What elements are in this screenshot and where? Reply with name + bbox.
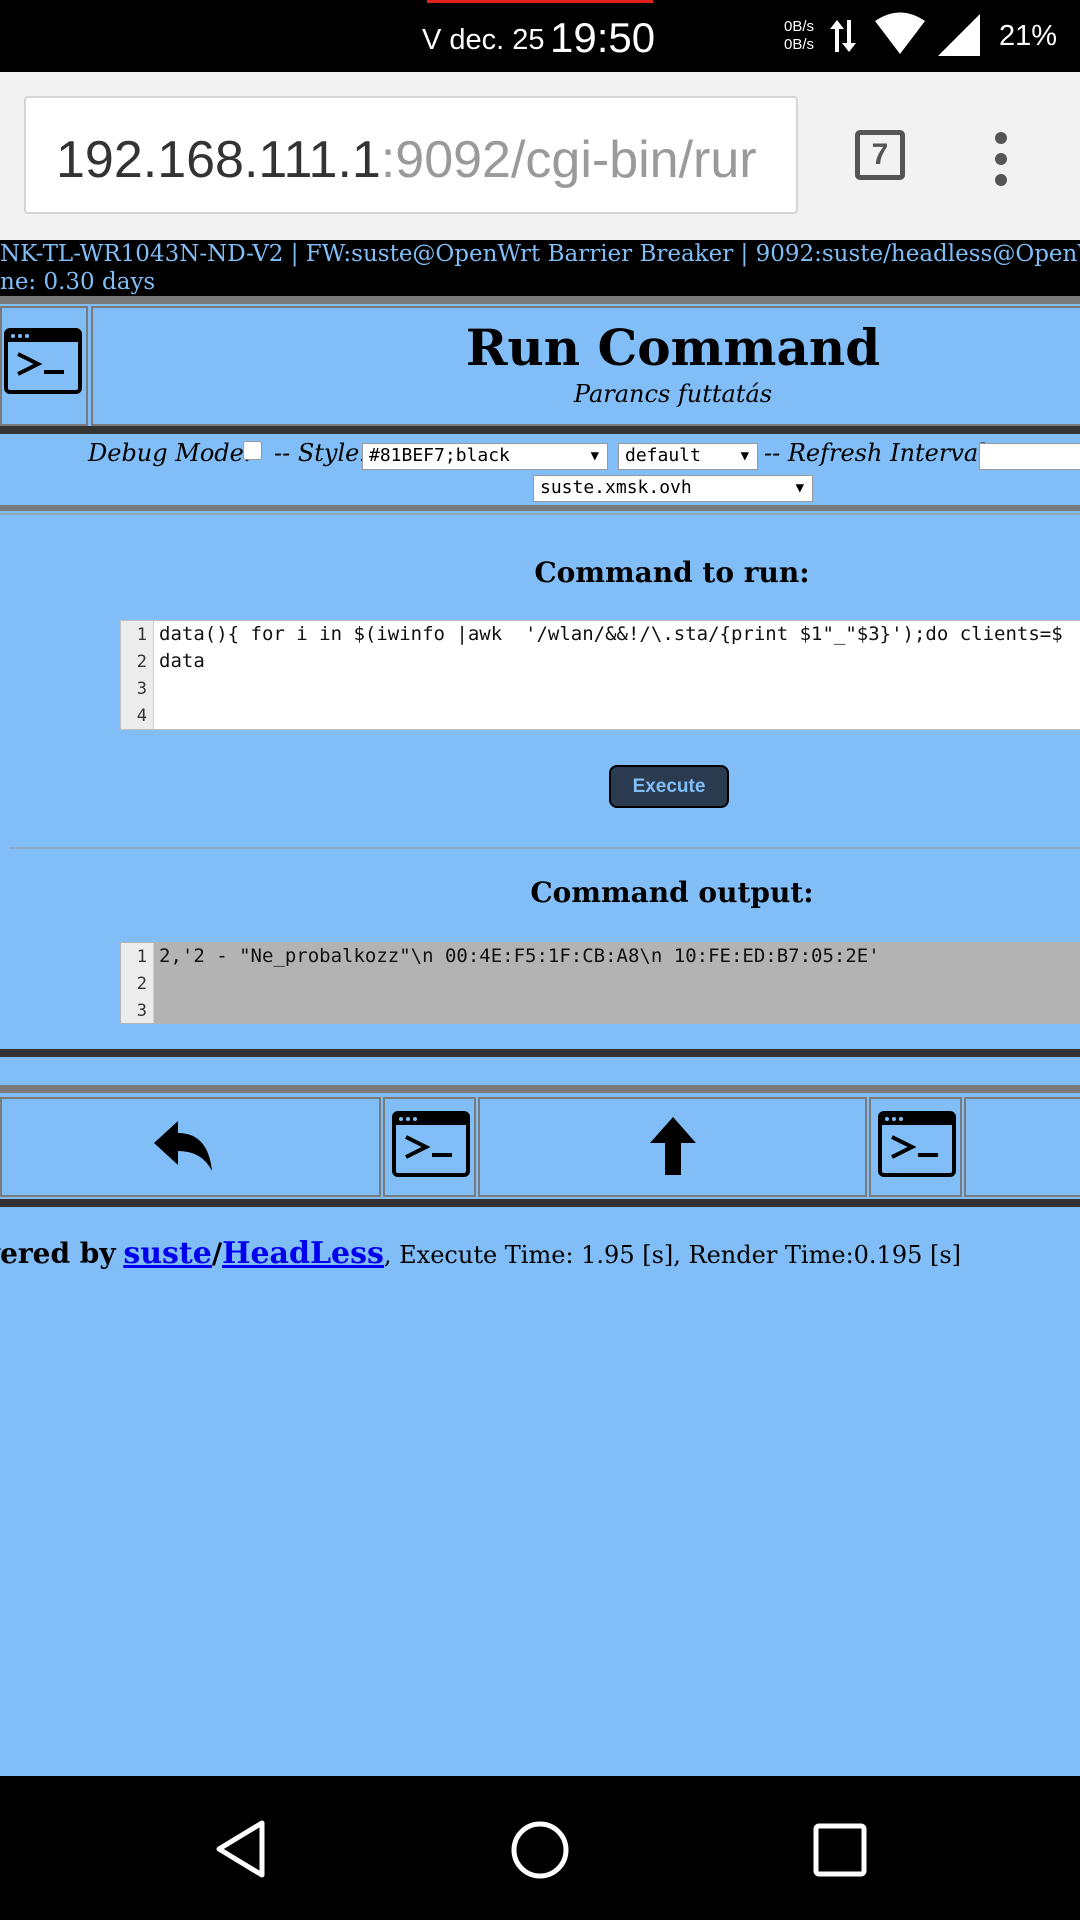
data-arrows-icon <box>830 20 856 52</box>
host-select-value: suste.xmsk.ovh <box>540 477 692 498</box>
net-down: 0B/s <box>784 36 815 53</box>
line-number: 3 <box>136 679 147 699</box>
wifi-icon <box>875 12 925 54</box>
tab-switcher-button[interactable]: 7 <box>855 130 905 180</box>
recents-nav-icon[interactable] <box>813 1823 867 1877</box>
terminal-icon <box>392 1111 470 1177</box>
debug-mode-checkbox[interactable] <box>243 441 262 460</box>
code-line: data <box>159 650 205 672</box>
progress-line <box>427 0 653 3</box>
output-line: 2,'2 - "Ne_probalkozz"\n 00:4E:F5:1F:CB:… <box>159 945 880 967</box>
style-select[interactable]: #81BEF7;black ▼ <box>362 443 608 470</box>
back-arrow-icon <box>154 1121 212 1171</box>
up-arrow-icon <box>650 1117 696 1175</box>
browser-toolbar: 192.168.111.1:9092/cgi-bin/rur 7 <box>0 72 1080 240</box>
command-heading: Command to run: <box>534 556 810 589</box>
divider <box>0 1049 1080 1057</box>
url-text: 192.168.111.1:9092/cgi-bin/rur <box>56 130 757 190</box>
footer: wered by suste/HeadLess, Execute Time: 1… <box>0 1236 961 1271</box>
terminal-icon <box>878 1111 956 1177</box>
theme-select[interactable]: default ▼ <box>618 443 758 470</box>
chevron-down-icon: ▼ <box>795 480 804 496</box>
refresh-interval-label: -- Refresh Interval: <box>764 439 994 467</box>
host-select[interactable]: suste.xmsk.ovh ▼ <box>533 475 813 502</box>
header-icon-cell[interactable] <box>0 306 88 426</box>
powered-by-label: wered by <box>0 1237 116 1270</box>
refresh-interval-select[interactable] <box>979 443 1080 470</box>
debug-mode-label: Debug Mode: <box>88 439 252 467</box>
terminal-icon <box>4 328 82 394</box>
footer-slash: / <box>211 1237 223 1270</box>
line-number: 4 <box>136 706 147 726</box>
output-viewer[interactable]: 1 2 3 2,'2 - "Ne_probalkozz"\n 00:4E:F5:… <box>120 942 1080 1024</box>
divider <box>0 1085 1080 1093</box>
address-bar[interactable]: 192.168.111.1:9092/cgi-bin/rur <box>24 96 798 214</box>
terminal-nav-button[interactable] <box>869 1097 962 1197</box>
divider <box>0 513 1080 515</box>
up-button[interactable] <box>478 1097 867 1197</box>
net-up: 0B/s <box>784 18 815 35</box>
divider <box>0 296 1080 304</box>
output-heading: Command output: <box>530 876 814 909</box>
divider <box>0 505 1080 511</box>
command-editor[interactable]: 1 2 3 4 data(){ for i in $(iwinfo |awk '… <box>120 620 1080 730</box>
url-path: :9092/cgi-bin/rur <box>380 131 757 189</box>
device-info: NK-TL-WR1043N-ND-V2 | FW:suste@OpenWrt B… <box>0 241 1080 267</box>
uptime-info: ne: 0.30 days <box>0 269 156 295</box>
network-speed: 0B/s 0B/s <box>784 18 814 54</box>
chevron-down-icon: ▼ <box>590 448 599 464</box>
device-info-bar: NK-TL-WR1043N-ND-V2 | FW:suste@OpenWrt B… <box>0 240 1080 296</box>
nav-cell[interactable] <box>964 1097 1080 1197</box>
divider <box>10 847 1080 849</box>
style-select-value: #81BEF7;black <box>369 445 510 466</box>
signal-icon <box>938 14 980 56</box>
home-nav-icon[interactable] <box>510 1820 570 1880</box>
system-nav-bar <box>0 1776 1080 1920</box>
status-time: 19:50 <box>550 14 656 61</box>
timing-info: , Execute Time: 1.95 [s], Render Time:0.… <box>383 1241 962 1269</box>
style-label: -- Style: <box>274 439 368 467</box>
suste-link[interactable]: suste <box>123 1236 212 1271</box>
page-title: Run Command <box>465 318 881 377</box>
line-number: 2 <box>136 974 147 994</box>
url-host: 192.168.111.1 <box>56 131 381 189</box>
battery-level: 21% <box>999 20 1058 52</box>
divider <box>0 426 1080 434</box>
divider <box>0 1199 1080 1207</box>
headless-link[interactable]: HeadLess <box>222 1236 384 1271</box>
status-bar: V dec. 25 19:50 0B/s 0B/s 21% <box>0 0 1080 72</box>
execute-button[interactable]: Execute <box>609 765 729 808</box>
theme-select-value: default <box>625 445 701 466</box>
line-number: 1 <box>136 625 147 645</box>
line-number: 1 <box>136 947 147 967</box>
code-line: data(){ for i in $(iwinfo |awk '/wlan/&&… <box>159 623 1063 645</box>
status-date: V dec. 25 <box>422 24 545 56</box>
terminal-nav-button[interactable] <box>383 1097 476 1197</box>
back-nav-icon[interactable] <box>214 1820 266 1878</box>
overflow-menu-icon[interactable] <box>995 132 1007 186</box>
page-subtitle: Parancs futtatás <box>573 380 773 408</box>
line-number: 3 <box>136 1001 147 1021</box>
chevron-down-icon: ▼ <box>740 448 749 464</box>
line-number: 2 <box>136 652 147 672</box>
back-button[interactable] <box>0 1097 381 1197</box>
